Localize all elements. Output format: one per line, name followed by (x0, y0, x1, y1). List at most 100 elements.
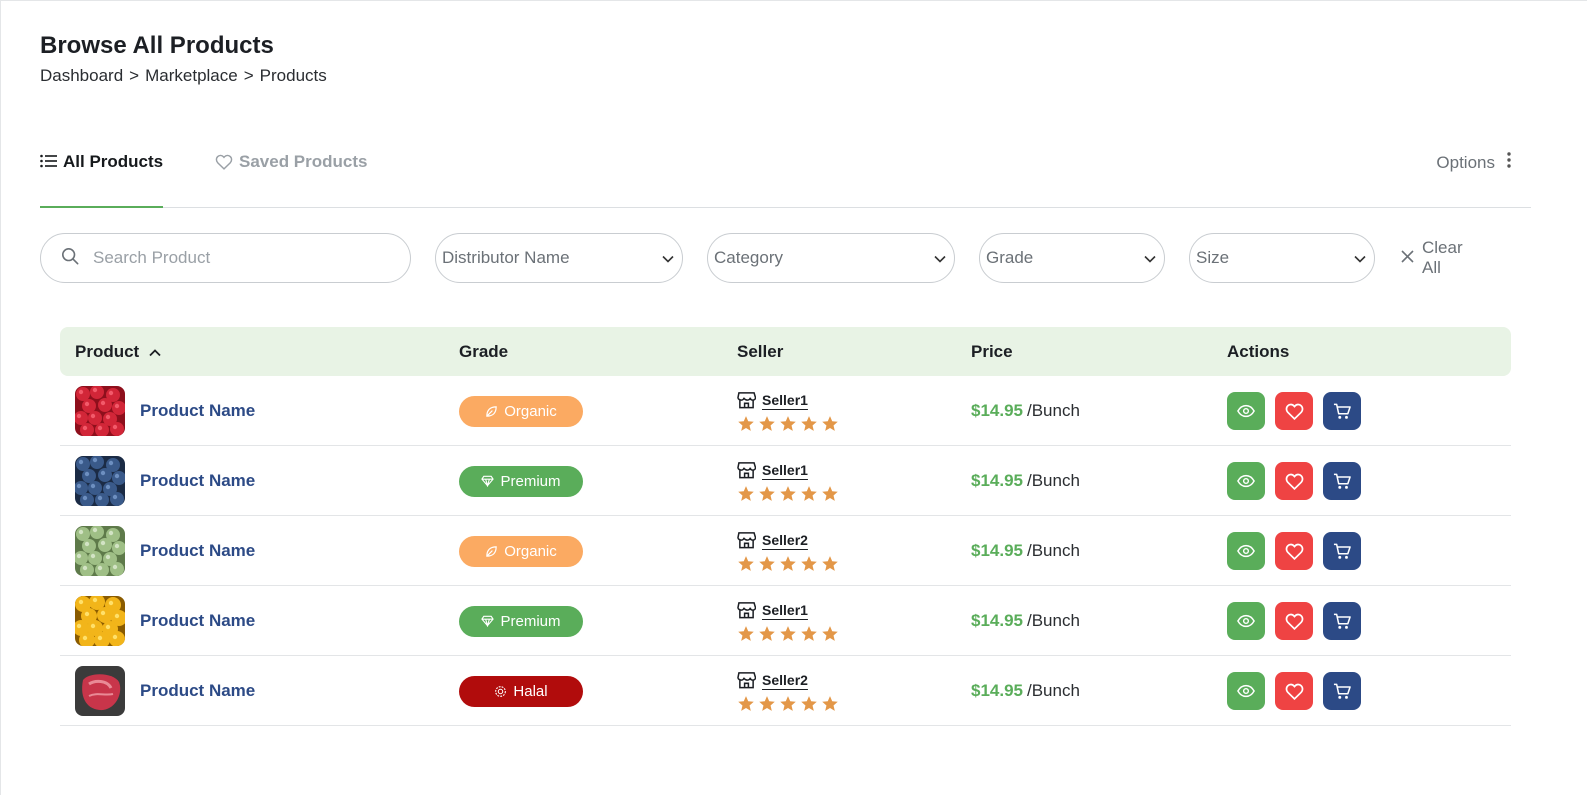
star-icon (737, 415, 755, 432)
clear-all-label: Clear All (1422, 238, 1463, 277)
halal-seal-icon (494, 685, 507, 698)
grade-cell: Organic (459, 376, 583, 446)
seller-name-link[interactable]: Seller2 (762, 672, 808, 688)
grade-badge-label: Halal (513, 682, 548, 700)
add-to-cart-button[interactable] (1323, 672, 1361, 710)
view-button[interactable] (1227, 392, 1265, 430)
column-header-seller[interactable]: Seller (737, 327, 783, 376)
star-icon (758, 415, 776, 432)
product-thumbnail[interactable] (75, 666, 125, 716)
eye-icon (1237, 684, 1255, 698)
view-button[interactable] (1227, 672, 1265, 710)
price-amount: $14.95 (971, 541, 1023, 560)
grade-cell: Premium (459, 586, 583, 656)
product-thumbnail[interactable] (75, 596, 125, 646)
tab-all-products-label: All Products (63, 152, 164, 171)
price-unit: /Bunch (1027, 611, 1080, 630)
seller-rating (737, 485, 839, 502)
table-row: Product Name Organic Seller1 $14.95/Bunch (60, 376, 1511, 446)
product-name-link[interactable]: Product Name (140, 471, 255, 491)
tab-bar: All Products Saved Products Options (40, 140, 1531, 208)
product-thumbnail[interactable] (75, 386, 125, 436)
tab-saved-products[interactable]: Saved Products (215, 140, 368, 207)
star-icon (800, 555, 818, 572)
column-header-price[interactable]: Price (971, 327, 1013, 376)
price-unit: /Bunch (1027, 681, 1080, 700)
table-row: Product Name Premium Seller1 $14.95/Bunch (60, 586, 1511, 656)
distributor-select[interactable]: Distributor Name (435, 233, 683, 283)
product-cell: Product Name (75, 376, 255, 446)
seller-name-link[interactable]: Seller1 (762, 602, 808, 618)
heart-icon (1285, 403, 1304, 420)
product-name-link[interactable]: Product Name (140, 401, 255, 421)
star-icon (758, 695, 776, 712)
product-cell: Product Name (75, 516, 255, 586)
star-icon (758, 555, 776, 572)
category-select-label: Category (714, 248, 783, 267)
heart-icon (1285, 473, 1304, 490)
add-to-cart-button[interactable] (1323, 392, 1361, 430)
product-thumbnail[interactable] (75, 526, 125, 576)
grade-badge-label: Premium (500, 472, 561, 490)
star-icon (779, 555, 797, 572)
view-button[interactable] (1227, 532, 1265, 570)
grade-cell: Organic (459, 516, 583, 586)
tab-saved-products-label: Saved Products (239, 152, 368, 171)
seller-cell: Seller2 (737, 656, 839, 726)
category-select[interactable]: Category (707, 233, 955, 283)
search-input[interactable] (93, 248, 373, 268)
tab-all-products[interactable]: All Products (40, 140, 164, 208)
grade-select[interactable]: Grade (979, 233, 1165, 283)
options-menu[interactable]: Options (1436, 152, 1511, 173)
view-button[interactable] (1227, 462, 1265, 500)
size-select[interactable]: Size (1189, 233, 1375, 283)
favorite-button[interactable] (1275, 392, 1313, 430)
star-icon (821, 695, 839, 712)
product-name-link[interactable]: Product Name (140, 611, 255, 631)
favorite-button[interactable] (1275, 672, 1313, 710)
breadcrumb-marketplace[interactable]: Marketplace (145, 66, 238, 86)
price-cell: $14.95/Bunch (971, 586, 1080, 656)
heart-icon (1285, 683, 1304, 700)
favorite-button[interactable] (1275, 532, 1313, 570)
chevron-down-icon (1354, 248, 1366, 268)
seller-name-link[interactable]: Seller2 (762, 532, 808, 548)
favorite-button[interactable] (1275, 602, 1313, 640)
star-icon (758, 485, 776, 502)
page-title: Browse All Products (40, 32, 274, 59)
seller-name-link[interactable]: Seller1 (762, 462, 808, 478)
add-to-cart-button[interactable] (1323, 462, 1361, 500)
more-vertical-icon (1507, 152, 1511, 173)
size-select-label: Size (1196, 248, 1230, 267)
star-icon (821, 555, 839, 572)
favorite-button[interactable] (1275, 462, 1313, 500)
product-cell: Product Name (75, 446, 255, 516)
store-icon (737, 461, 756, 479)
chevron-down-icon (662, 248, 674, 268)
breadcrumb-dashboard[interactable]: Dashboard (40, 66, 123, 86)
grade-select-label: Grade (986, 248, 1034, 267)
eye-icon (1237, 474, 1255, 488)
grade-badge-label: Organic (504, 542, 557, 560)
table-row: Product Name Halal Seller2 $14.95/Bunch (60, 656, 1511, 726)
search-box[interactable] (40, 233, 411, 283)
product-name-link[interactable]: Product Name (140, 681, 255, 701)
star-icon (800, 625, 818, 642)
table-row: Product Name Organic Seller2 $14.95/Bunch (60, 516, 1511, 586)
star-icon (779, 695, 797, 712)
grade-badge: Halal (459, 675, 583, 707)
product-name-link[interactable]: Product Name (140, 541, 255, 561)
product-thumbnail[interactable] (75, 456, 125, 506)
column-header-product[interactable]: Product (75, 327, 161, 376)
clear-all-button[interactable]: Clear All (1401, 233, 1463, 283)
view-button[interactable] (1227, 602, 1265, 640)
product-cell: Product Name (75, 586, 255, 656)
grade-cell: Premium (459, 446, 583, 516)
column-header-grade[interactable]: Grade (459, 327, 508, 376)
seller-name-link[interactable]: Seller1 (762, 392, 808, 408)
leaf-icon (485, 405, 498, 418)
store-icon (737, 531, 756, 549)
add-to-cart-button[interactable] (1323, 602, 1361, 640)
add-to-cart-button[interactable] (1323, 532, 1361, 570)
star-icon (737, 485, 755, 502)
